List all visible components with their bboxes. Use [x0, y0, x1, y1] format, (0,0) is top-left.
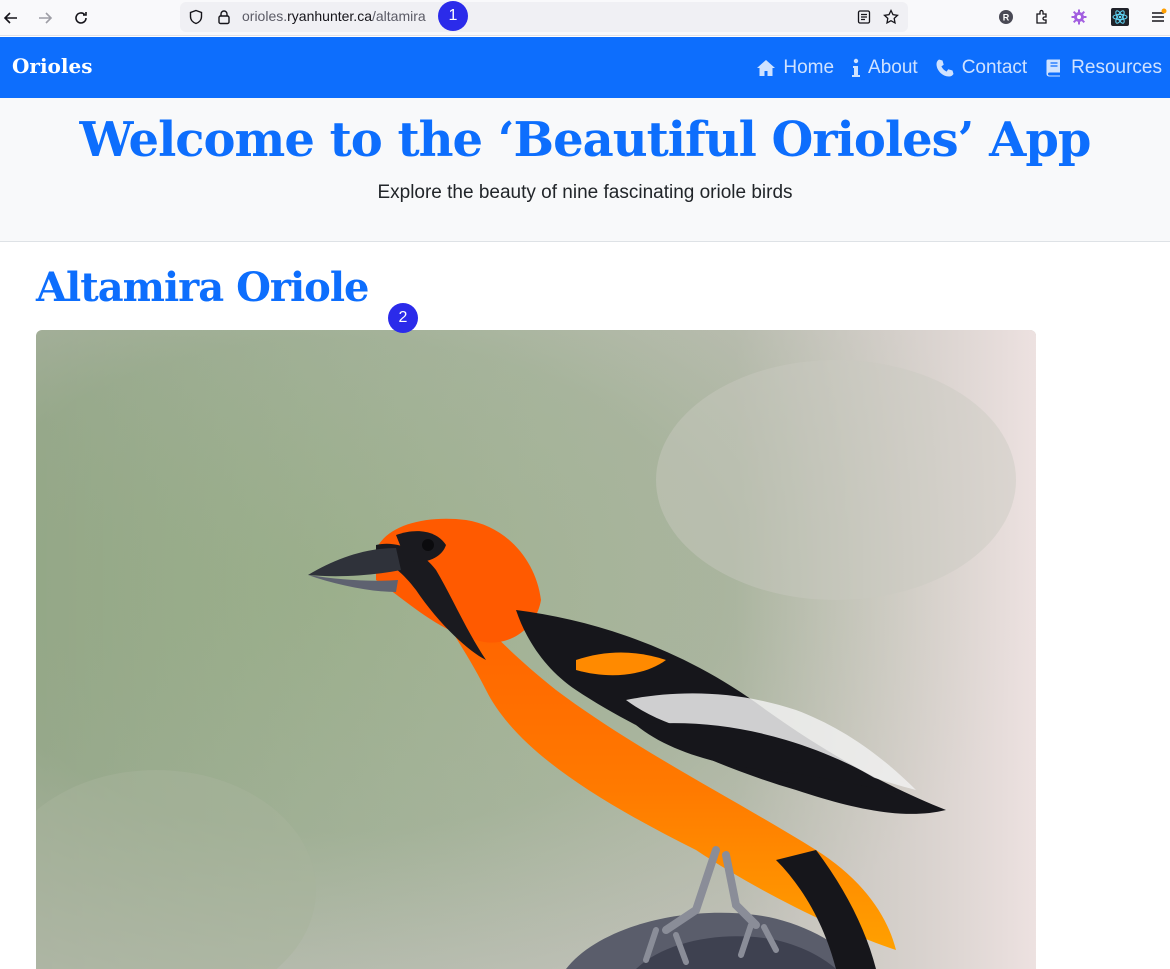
site-navbar: Orioles Home About Contact Resources: [0, 37, 1170, 98]
nav-link-home[interactable]: Home: [755, 57, 834, 79]
url-path: /altamira: [371, 8, 426, 24]
hero-title: Welcome to the ‘Beautiful Orioles’ App: [79, 112, 1092, 168]
nav-link-contact[interactable]: Contact: [934, 57, 1027, 79]
url-text[interactable]: orioles.ryanhunter.ca/altamira: [242, 8, 426, 24]
annotation-marker-1: 1: [438, 1, 468, 31]
svg-text:R: R: [1003, 13, 1010, 23]
nav-links: Home About Contact Resources: [739, 37, 1162, 98]
profile-r-icon[interactable]: R: [996, 7, 1016, 27]
hero-banner: Welcome to the ‘Beautiful Orioles’ App E…: [0, 98, 1170, 242]
altamira-oriole-photo: [36, 330, 1036, 969]
hero-subtitle: Explore the beauty of nine fascinating o…: [377, 182, 793, 203]
gear-extension-icon[interactable]: [1069, 7, 1089, 27]
brand-link[interactable]: Orioles: [12, 54, 92, 78]
react-devtools-icon[interactable]: [1110, 7, 1130, 27]
nav-link-label: Contact: [961, 56, 1028, 78]
lock-icon[interactable]: [216, 9, 232, 25]
bird-heading: Altamira Oriole: [36, 264, 369, 311]
nav-link-label: Resources: [1071, 56, 1162, 78]
info-icon: [850, 57, 862, 79]
url-prefix: orioles.: [242, 8, 288, 24]
reader-view-icon[interactable]: [856, 9, 872, 25]
annotation-marker-2: 2: [388, 303, 418, 333]
address-bar[interactable]: orioles.ryanhunter.ca/altamira: [180, 2, 908, 32]
phone-icon: [934, 57, 956, 79]
menu-hamburger-icon[interactable]: [1148, 7, 1168, 27]
nav-link-label: About: [868, 56, 918, 78]
shield-icon[interactable]: [188, 9, 204, 25]
bookmark-star-icon[interactable]: [883, 8, 899, 25]
nav-link-label: Home: [783, 56, 835, 78]
nav-link-resources[interactable]: Resources: [1043, 57, 1162, 79]
browser-toolbar: orioles.ryanhunter.ca/altamira R: [0, 0, 1170, 36]
reload-icon[interactable]: [70, 7, 92, 29]
forward-icon[interactable]: [34, 7, 56, 29]
book-icon: [1043, 57, 1065, 79]
home-icon: [755, 57, 777, 79]
back-icon[interactable]: [0, 7, 22, 29]
url-domain: ryanhunter.ca: [287, 8, 372, 24]
nav-link-about[interactable]: About: [850, 57, 918, 79]
extensions-puzzle-icon[interactable]: [1032, 7, 1052, 27]
